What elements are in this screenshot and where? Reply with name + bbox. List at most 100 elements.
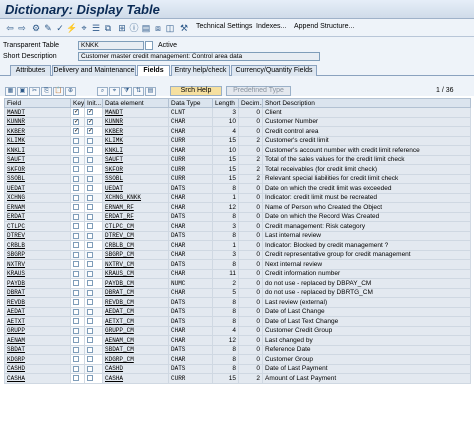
filter-icon[interactable]: ⧩ <box>121 87 132 96</box>
table-row[interactable]: UEDAT UEDAT DATS 8 0 Date on which the credit… <box>4 183 471 194</box>
short-description-cell[interactable]: Amount of Last Payment <box>262 373 471 384</box>
key-checkbox[interactable] <box>73 147 79 154</box>
field-name-cell[interactable]: CTLPC <box>4 221 71 232</box>
data-element-cell[interactable]: AEDAT_CM <box>102 306 169 317</box>
display-change-icon[interactable]: ✎ <box>42 22 54 34</box>
length-cell[interactable]: 8 <box>212 211 239 222</box>
key-checkbox[interactable]: ✓ <box>73 128 79 135</box>
table-row[interactable]: ERDAT ERDAT_RF DATS 8 0 Date on which the Rec… <box>4 211 471 222</box>
key-checkbox[interactable] <box>73 213 79 220</box>
short-description-cell[interactable]: Date on which the credit limit was excee… <box>262 183 471 194</box>
length-cell[interactable]: 8 <box>212 230 239 241</box>
col-init[interactable]: Init... <box>84 98 103 108</box>
sort-icon[interactable]: ⇅ <box>133 87 144 96</box>
init-checkbox[interactable] <box>87 346 93 353</box>
short-description-cell[interactable]: Credit information number <box>262 268 471 279</box>
find-icon[interactable]: ⌕ <box>97 87 108 96</box>
init-checkbox[interactable] <box>87 251 93 258</box>
data-type-cell[interactable]: CHAR <box>168 325 213 336</box>
data-type-cell[interactable]: DATS <box>168 306 213 317</box>
field-name-cell[interactable]: ERDAT <box>4 211 71 222</box>
table-row[interactable]: SAUFT SAUFT CURR 15 2 Total of the sales valu… <box>4 154 471 165</box>
decimals-cell[interactable]: 0 <box>238 287 263 298</box>
key-checkbox[interactable] <box>73 261 79 268</box>
data-type-cell[interactable]: CHAR <box>168 249 213 260</box>
init-checkbox[interactable] <box>87 289 93 296</box>
data-element-cell[interactable]: SAUFT <box>102 154 169 165</box>
data-type-cell[interactable]: CURR <box>168 135 213 146</box>
init-checkbox[interactable] <box>87 175 93 182</box>
layout-icon[interactable]: ▤ <box>145 87 156 96</box>
field-name-cell[interactable]: SBGRP <box>4 249 71 260</box>
length-cell[interactable]: 12 <box>212 335 239 346</box>
back-arrow-icon[interactable]: ⇦ <box>4 22 16 34</box>
col-data-type[interactable]: Data Type <box>168 98 213 108</box>
field-name-cell[interactable]: MANDT <box>4 107 71 118</box>
key-checkbox[interactable]: ✓ <box>73 109 79 116</box>
decimals-cell[interactable]: 0 <box>238 316 263 327</box>
short-description-cell[interactable]: do not use - replaced by DBPAY_CM <box>262 278 471 289</box>
init-checkbox[interactable] <box>87 327 93 334</box>
short-description-cell[interactable]: Total receivables (for credit limit chec… <box>262 164 471 175</box>
indexes-button[interactable]: Indexes... <box>256 23 286 30</box>
data-type-cell[interactable]: CURR <box>168 373 213 384</box>
table-row[interactable]: KDGRP KDGRP_CM CHAR 8 0 Customer Group <box>4 354 471 365</box>
where-used-icon[interactable]: ⌖ <box>78 22 90 34</box>
data-element-cell[interactable]: CTLPC_CM <box>102 221 169 232</box>
init-checkbox[interactable]: ✓ <box>87 128 93 135</box>
key-checkbox[interactable]: ✓ <box>73 118 79 125</box>
data-type-cell[interactable]: CHAR <box>168 240 213 251</box>
data-type-cell[interactable]: DATS <box>168 211 213 222</box>
init-checkbox[interactable] <box>87 147 93 154</box>
data-element-cell[interactable]: KLIMK <box>102 135 169 146</box>
table-row[interactable]: AETXT AETXT_CM DATS 8 0 Date of Last Text Cha… <box>4 316 471 327</box>
decimals-cell[interactable]: 0 <box>238 259 263 270</box>
length-cell[interactable]: 4 <box>212 126 239 137</box>
field-name-cell[interactable]: AENAM <box>4 335 71 346</box>
key-checkbox[interactable] <box>73 175 79 182</box>
data-element-cell[interactable]: REVDB_CM <box>102 297 169 308</box>
length-cell[interactable]: 10 <box>212 116 239 127</box>
data-type-cell[interactable]: CHAR <box>168 145 213 156</box>
table-row[interactable]: GRUPP GRUPP_CM CHAR 4 0 Customer Credit Group <box>4 325 471 336</box>
init-checkbox[interactable] <box>87 280 93 287</box>
length-cell[interactable]: 2 <box>212 278 239 289</box>
field-name-cell[interactable]: XCHNG <box>4 192 71 203</box>
table-row[interactable]: CTLPC CTLPC_CM CHAR 3 0 Credit management: Ri… <box>4 221 471 232</box>
data-element-cell[interactable]: GRUPP_CM <box>102 325 169 336</box>
field-name-cell[interactable]: KDGRP <box>4 354 71 365</box>
table-name-f4-icon[interactable] <box>145 41 153 50</box>
table-row[interactable]: KUNNR ✓ ✓ KUNNR CHAR 10 0 Customer Number <box>4 116 471 127</box>
init-checkbox[interactable] <box>87 365 93 372</box>
data-element-cell[interactable]: ERNAM_RF <box>102 202 169 213</box>
decimals-cell[interactable]: 0 <box>238 202 263 213</box>
table-name-field[interactable]: KNKK <box>78 41 144 50</box>
decimals-cell[interactable]: 2 <box>238 373 263 384</box>
data-element-cell[interactable]: CRBLB_CM <box>102 240 169 251</box>
decimals-cell[interactable]: 0 <box>238 192 263 203</box>
short-description-cell[interactable]: Credit management: Risk category <box>262 221 471 232</box>
decimals-cell[interactable]: 0 <box>238 268 263 279</box>
forward-arrow-icon[interactable]: ⇨ <box>16 22 28 34</box>
other-object-icon[interactable]: ⚙ <box>30 22 42 34</box>
field-name-cell[interactable]: SSOBL <box>4 173 71 184</box>
decimals-cell[interactable]: 0 <box>238 240 263 251</box>
data-element-cell[interactable]: KNKLI <box>102 145 169 156</box>
srch-help-button[interactable]: Srch Help <box>170 86 222 96</box>
decimals-cell[interactable]: 0 <box>238 297 263 308</box>
short-description-cell[interactable]: Name of Person who Created the Object <box>262 202 471 213</box>
short-description-cell[interactable]: Customer's credit limit <box>262 135 471 146</box>
data-type-cell[interactable]: CHAR <box>168 126 213 137</box>
length-cell[interactable]: 5 <box>212 287 239 298</box>
key-checkbox[interactable] <box>73 270 79 277</box>
key-checkbox[interactable] <box>73 280 79 287</box>
decimals-cell[interactable]: 0 <box>238 306 263 317</box>
cut-icon[interactable]: ✂ <box>29 87 40 96</box>
data-type-cell[interactable]: CURR <box>168 164 213 175</box>
short-description-cell[interactable]: Client <box>262 107 471 118</box>
short-description-cell[interactable]: Date on which the Record Was Created <box>262 211 471 222</box>
copy-icon[interactable]: ⎘ <box>41 87 52 96</box>
init-checkbox[interactable] <box>87 270 93 277</box>
data-type-cell[interactable]: CHAR <box>168 221 213 232</box>
length-cell[interactable]: 10 <box>212 145 239 156</box>
